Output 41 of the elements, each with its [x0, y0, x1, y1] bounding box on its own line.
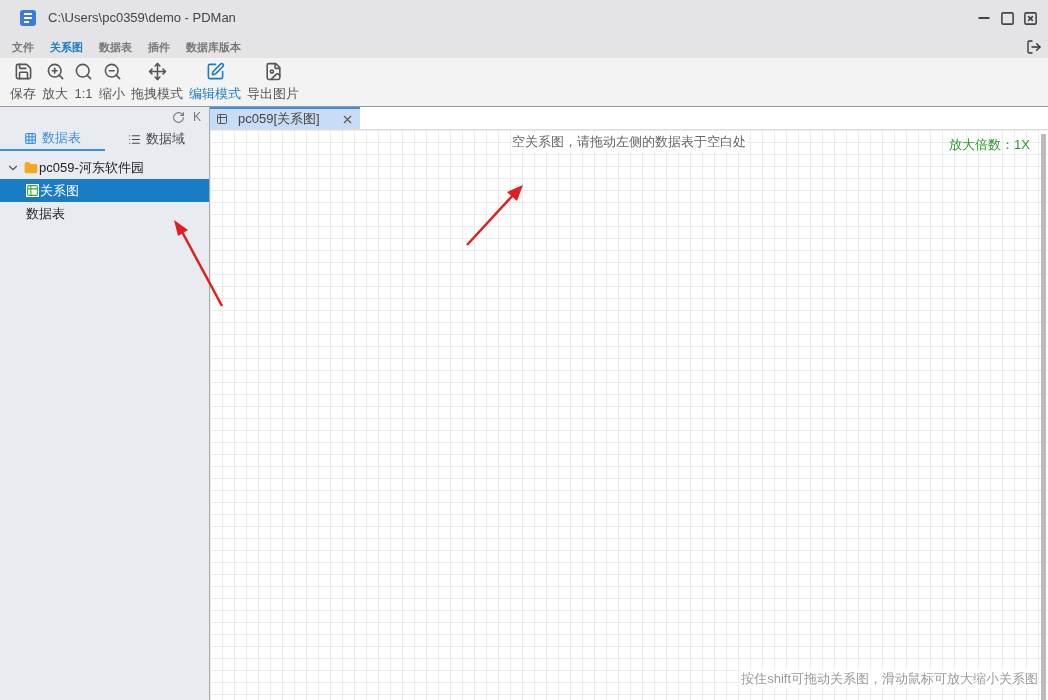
move-icon [147, 62, 167, 81]
grid-icon [23, 131, 37, 145]
toolbar-button[interactable]: 1:1 [72, 62, 95, 104]
save-icon [13, 62, 33, 81]
toolbar-button[interactable]: 导出图片 [245, 62, 301, 104]
editor-tab[interactable]: pc059[关系图] [210, 107, 360, 129]
zoom-level: 放大倍数：1X [949, 136, 1030, 154]
sidebar-tab[interactable]: 数据域 [104, 127, 209, 151]
logout-icon[interactable] [1026, 39, 1042, 55]
toolbar-button[interactable]: 放大 [40, 62, 70, 104]
empty-hint: 空关系图，请拖动左侧的数据表于空白处 [512, 132, 746, 152]
toolbar-button[interactable]: 缩小 [97, 62, 127, 104]
diagram-canvas[interactable]: 空关系图，请拖动左侧的数据表于空白处 放大倍数：1X 按住shift可拖动关系图，滑动鼠标可放大缩小关系图 [210, 130, 1048, 700]
window-title: C:\Users\pc0359\demo - PDMan [48, 9, 236, 28]
toolbar-button[interactable]: 编辑模式 [187, 62, 243, 104]
list-icon [128, 132, 142, 146]
menu-item[interactable]: 关系图 [50, 38, 83, 56]
arrow-drawing [465, 183, 525, 247]
tree-item[interactable]: 数据表 [0, 202, 209, 225]
folder-icon [24, 160, 38, 175]
collapse-button[interactable]: K [193, 108, 201, 126]
menu-item[interactable]: 数据表 [99, 38, 132, 56]
footer-hint: 按住shift可拖动关系图，滑动鼠标可放大缩小关系图 [741, 668, 1038, 688]
search-icon [74, 62, 93, 81]
menu-item[interactable]: 插件 [148, 38, 170, 56]
toolbar-button[interactable]: 保存 [8, 62, 38, 104]
maximize-icon[interactable] [1000, 10, 1015, 26]
edit-icon [205, 62, 225, 81]
menu-item[interactable]: 数据库版本 [186, 38, 241, 56]
refresh-icon[interactable] [172, 110, 185, 124]
toolbar-button[interactable]: 拖拽模式 [129, 62, 185, 104]
menu-item[interactable]: 文件 [12, 38, 34, 56]
image-file-icon [263, 62, 283, 81]
zoom-in-icon [45, 62, 65, 81]
zoom-out-icon [102, 62, 122, 81]
close-icon[interactable] [1023, 10, 1038, 26]
tree-item[interactable]: 关系图 [0, 179, 209, 202]
app-logo-icon [18, 8, 38, 28]
diagram-icon [26, 184, 39, 197]
tree-item[interactable]: pc059-河东软件园 [0, 156, 209, 179]
diagram-icon [216, 113, 228, 125]
